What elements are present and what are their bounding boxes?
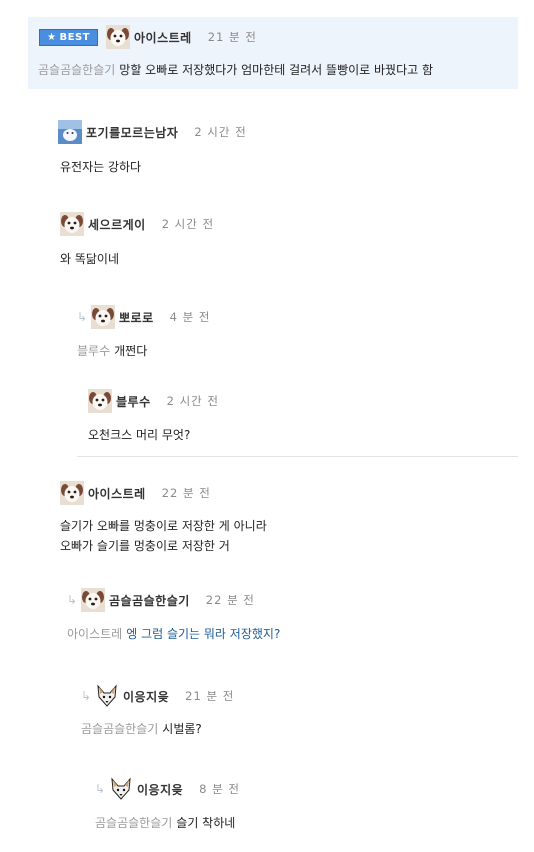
comment-author[interactable]: 이응지읒 bbox=[123, 688, 169, 705]
comment-author[interactable]: 뽀로로 bbox=[119, 309, 154, 326]
comment-author[interactable]: 아이스트레 bbox=[134, 29, 192, 46]
comment-author[interactable]: 세으르게이 bbox=[88, 216, 146, 233]
comment-author[interactable]: 곰슬곰슬한슬기 bbox=[109, 592, 190, 609]
comment-mention[interactable]: 아이스트레 bbox=[67, 627, 122, 641]
star-icon: ★ bbox=[47, 31, 57, 43]
comment-body: 곰슬곰슬한슬기 시벌롬? bbox=[81, 720, 202, 738]
comment-time: 2 시간 전 bbox=[194, 125, 247, 139]
avatar[interactable] bbox=[88, 389, 112, 413]
avatar[interactable] bbox=[58, 120, 82, 144]
avatar[interactable] bbox=[60, 481, 84, 505]
comment-header: ↳ 이응지읒 21 분 전 bbox=[81, 684, 234, 708]
comment-mention[interactable]: 곰슬곰슬한슬기 bbox=[95, 816, 172, 830]
reply-arrow-icon: ↳ bbox=[81, 689, 92, 703]
comment-text: 유전자는 강하다 bbox=[60, 160, 142, 174]
comment-time: 22 분 전 bbox=[205, 593, 255, 607]
comment-time: 4 분 전 bbox=[169, 310, 211, 324]
comment-text-line2: 오빠가 슬기를 멍충이로 저장한 거 bbox=[60, 539, 230, 553]
comment-mention[interactable]: 블루수 bbox=[77, 344, 110, 358]
avatar[interactable] bbox=[81, 588, 105, 612]
comment-time: 2 시간 전 bbox=[161, 217, 215, 231]
comment-header: ↳ 곰슬곰슬한슬기 22 분 전 bbox=[67, 588, 255, 612]
comment-author[interactable]: 이응지읒 bbox=[137, 781, 183, 798]
comment-header: 세으르게이 2 시간 전 bbox=[60, 212, 214, 236]
best-badge: ★ BEST bbox=[39, 28, 98, 46]
comment-time: 2 시간 전 bbox=[166, 394, 219, 408]
comment-header: 블루수 2 시간 전 bbox=[88, 389, 219, 413]
comment-time: 21 분 전 bbox=[207, 30, 257, 44]
comment-time: 22 분 전 bbox=[161, 486, 211, 500]
reply-arrow-icon: ↳ bbox=[67, 593, 78, 607]
comment-time: 8 분 전 bbox=[199, 782, 240, 796]
comment-text: 개쩐다 bbox=[114, 344, 148, 358]
comment-header: ↳ 뽀로로 4 분 전 bbox=[77, 305, 210, 329]
comment-text: 슬기 착하네 bbox=[176, 816, 236, 830]
reply-arrow-icon: ↳ bbox=[77, 310, 88, 324]
avatar[interactable] bbox=[109, 777, 133, 801]
comment-body: 블루수 개쩐다 bbox=[77, 342, 147, 360]
reply-arrow-icon: ↳ bbox=[95, 782, 106, 796]
comment-text: 와 똑닮이네 bbox=[60, 252, 120, 266]
comment-body: 아이스트레 엥 그럼 슬기는 뭐라 저장했지? bbox=[67, 625, 280, 643]
avatar[interactable] bbox=[95, 684, 119, 708]
comment-text: 시벌롬? bbox=[162, 722, 202, 736]
avatar[interactable] bbox=[106, 25, 130, 49]
comment-mention[interactable]: 곰슬곰슬한슬기 bbox=[81, 722, 158, 736]
comment-header: ↳ 이응지읒 8 분 전 bbox=[95, 777, 240, 801]
divider bbox=[77, 456, 518, 457]
comment-header: ★ BEST 아이스트레 21 분 전 bbox=[39, 25, 257, 49]
comment-author[interactable]: 포기를모르는남자 bbox=[86, 124, 178, 141]
comment-header: 포기를모르는남자 2 시간 전 bbox=[58, 120, 247, 144]
comment-header: 아이스트레 22 분 전 bbox=[60, 481, 211, 505]
best-comment: ★ BEST 아이스트레 21 분 전 곰슬곰슬한슬기 망할 오빠로 저장했다가 … bbox=[28, 17, 518, 89]
comment-text: 망할 오빠로 저장했다가 엄마한테 걸려서 뜰빵이로 바꿨다고 함 bbox=[119, 63, 434, 77]
comment-mention[interactable]: 곰슬곰슬한슬기 bbox=[38, 63, 115, 77]
best-badge-label: BEST bbox=[59, 31, 90, 43]
comment-author[interactable]: 블루수 bbox=[116, 393, 151, 410]
comment-text-line1: 슬기가 오빠를 멍충이로 저장한 게 아니라 bbox=[60, 519, 267, 533]
comment-author[interactable]: 아이스트레 bbox=[88, 485, 146, 502]
comment-body: 곰슬곰슬한슬기 슬기 착하네 bbox=[95, 814, 235, 832]
comment-text: 엥 그럼 슬기는 뭐라 저장했지? bbox=[126, 627, 281, 641]
comment-time: 21 분 전 bbox=[185, 689, 235, 703]
comment-body: 곰슬곰슬한슬기 망할 오빠로 저장했다가 엄마한테 걸려서 뜰빵이로 바꿨다고 함 bbox=[38, 61, 433, 79]
avatar[interactable] bbox=[60, 212, 84, 236]
comment-text: 오천크스 머리 무엇? bbox=[88, 428, 191, 442]
avatar[interactable] bbox=[91, 305, 115, 329]
